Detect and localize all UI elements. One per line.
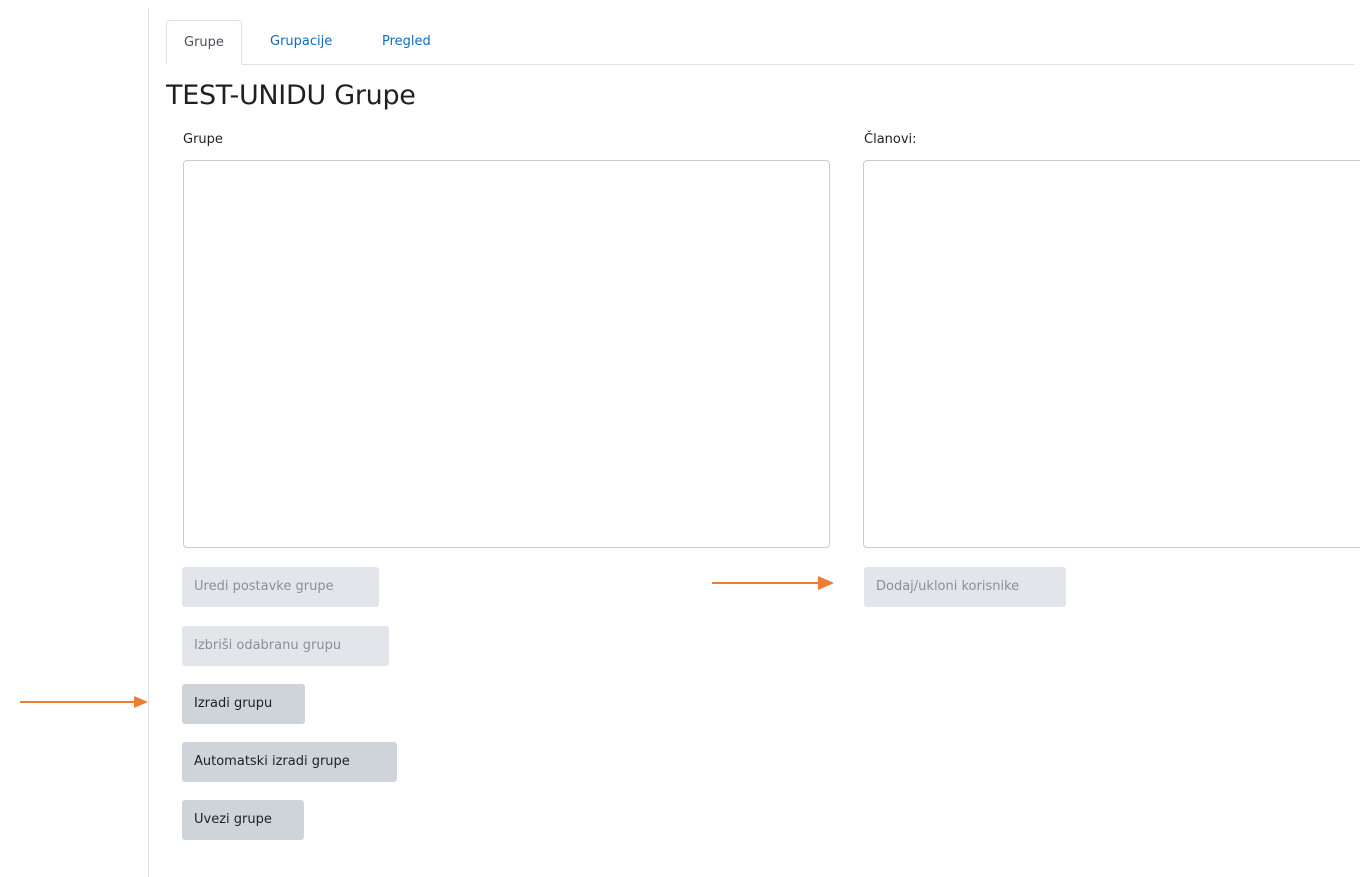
groups-listbox[interactable]: [183, 160, 830, 548]
import-groups-button[interactable]: Uvezi grupe: [182, 800, 304, 840]
tab-pregled[interactable]: Pregled: [382, 20, 431, 64]
orange-arrow-icon: [712, 576, 834, 590]
auto-create-groups-button[interactable]: Automatski izradi grupe: [182, 742, 397, 782]
orange-arrow-icon: [20, 696, 148, 708]
members-listbox[interactable]: [863, 160, 1360, 548]
create-group-button[interactable]: Izradi grupu: [182, 684, 305, 724]
add-remove-users-button[interactable]: Dodaj/ukloni korisnike: [864, 567, 1066, 607]
delete-selected-group-button[interactable]: Izbriši odabranu grupu: [182, 626, 389, 666]
page-title: TEST-UNIDU Grupe: [166, 80, 416, 111]
page: Grupe Grupacije Pregled TEST-UNIDU Grupe…: [0, 0, 1360, 877]
tab-grupe[interactable]: Grupe: [166, 20, 242, 65]
groups-label: Grupe: [183, 132, 223, 147]
members-label: Članovi:: [864, 132, 917, 147]
edit-group-settings-button[interactable]: Uredi postavke grupe: [182, 567, 379, 607]
tab-bar: Grupe Grupacije Pregled: [166, 20, 1354, 65]
tab-grupacije[interactable]: Grupacije: [270, 20, 332, 64]
left-divider: [148, 8, 149, 877]
